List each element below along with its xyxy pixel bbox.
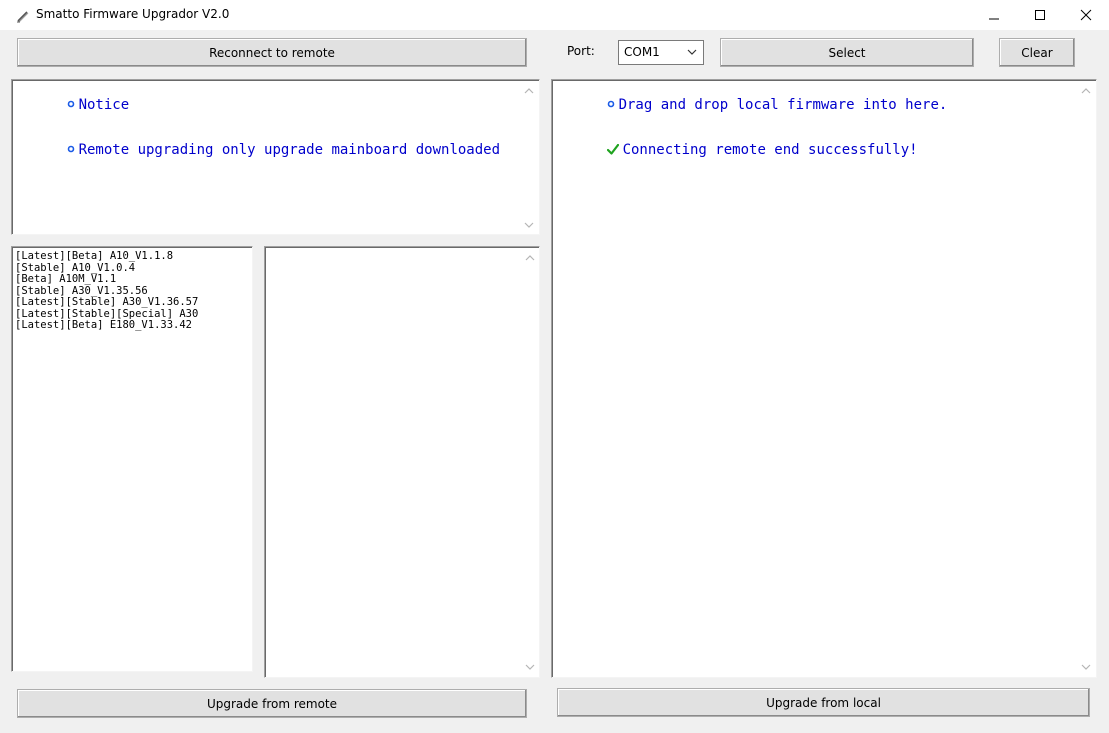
app-icon bbox=[16, 8, 30, 23]
firmware-list[interactable]: [Latest][Beta] A10_V1.1.8 [Stable] A10_V… bbox=[11, 246, 253, 672]
log-line: Connecting remote end successfully! bbox=[556, 128, 947, 173]
port-label: Port: bbox=[567, 44, 595, 58]
log-text: Drag and drop local firmware into here. … bbox=[556, 83, 947, 173]
scroll-up-arrow[interactable] bbox=[1080, 86, 1092, 96]
minimize-icon bbox=[989, 18, 999, 20]
firmware-details-pane[interactable] bbox=[264, 246, 540, 678]
upgrade-from-remote-button[interactable]: Upgrade from remote bbox=[17, 689, 527, 718]
select-button[interactable]: Select bbox=[720, 38, 974, 67]
info-bullet-icon bbox=[67, 145, 74, 153]
info-bullet-icon bbox=[607, 100, 614, 108]
scroll-up-arrow[interactable] bbox=[524, 253, 536, 263]
port-select[interactable]: COM1 bbox=[618, 40, 704, 65]
list-item[interactable]: [Beta] A10M_V1.1 bbox=[15, 273, 198, 286]
notice-line: Remote upgrading only upgrade mainboard … bbox=[16, 128, 500, 173]
clear-button[interactable]: Clear bbox=[999, 38, 1075, 67]
success-check-icon bbox=[606, 143, 619, 155]
chevron-down-icon bbox=[687, 49, 697, 55]
list-item[interactable]: [Latest][Beta] A10_V1.1.8 bbox=[15, 250, 198, 263]
port-select-value: COM1 bbox=[624, 45, 660, 59]
notice-pane[interactable]: Notice Remote upgrading only upgrade mai… bbox=[11, 79, 540, 235]
window-title: Smatto Firmware Upgrador V2.0 bbox=[36, 7, 230, 21]
log-line: Drag and drop local firmware into here. bbox=[556, 83, 947, 128]
close-icon bbox=[1080, 9, 1092, 21]
reconnect-button[interactable]: Reconnect to remote bbox=[17, 38, 527, 67]
list-item[interactable]: [Latest][Stable] A30_V1.36.57 bbox=[15, 296, 198, 309]
notice-text: Notice Remote upgrading only upgrade mai… bbox=[16, 83, 500, 173]
scroll-up-arrow[interactable] bbox=[523, 86, 535, 96]
firmware-list-items: [Latest][Beta] A10_V1.1.8 [Stable] A10_V… bbox=[15, 250, 198, 332]
list-item[interactable]: [Latest][Beta] E180_V1.33.42 bbox=[15, 319, 198, 332]
scroll-down-arrow[interactable] bbox=[1080, 662, 1092, 672]
scroll-down-arrow[interactable] bbox=[524, 662, 536, 672]
minimize-button[interactable] bbox=[971, 0, 1017, 30]
log-pane[interactable]: Drag and drop local firmware into here. … bbox=[551, 79, 1097, 678]
upgrade-from-local-button[interactable]: Upgrade from local bbox=[557, 688, 1090, 717]
notice-line: Notice bbox=[16, 83, 500, 128]
info-bullet-icon bbox=[67, 100, 74, 108]
close-button[interactable] bbox=[1063, 0, 1109, 30]
maximize-button[interactable] bbox=[1017, 0, 1063, 30]
scroll-down-arrow[interactable] bbox=[523, 220, 535, 230]
maximize-icon bbox=[1035, 10, 1045, 20]
